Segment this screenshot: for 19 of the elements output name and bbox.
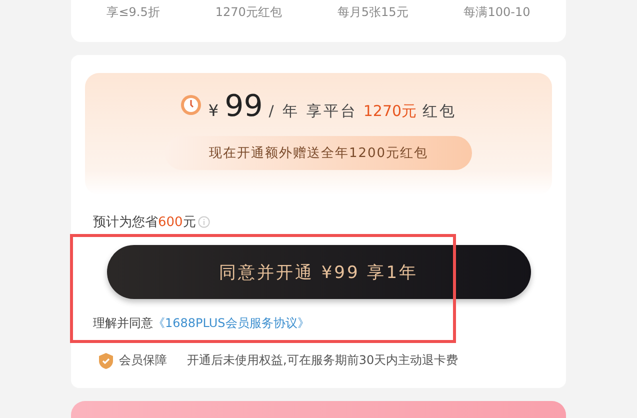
savings-amount: 600 <box>158 214 183 230</box>
price-period: / 年 享平台 <box>268 102 358 121</box>
benefit-label: 每满100-10 <box>464 4 530 21</box>
guarantee-text: 开通后未使用权益,可在服务期前30天内主动退卡费 <box>187 352 458 369</box>
clock-icon <box>180 94 202 116</box>
benefit-label: 每月5张15元 <box>337 4 408 21</box>
savings-unit: 元 <box>182 214 196 231</box>
currency-symbol: ¥ <box>208 101 219 120</box>
price: 99 <box>224 89 263 124</box>
shield-check-icon <box>99 352 113 368</box>
savings-label: 预计为您省 <box>93 214 158 231</box>
info-icon[interactable] <box>198 216 210 228</box>
subscribe-button[interactable]: 同意并开通 ¥99 享1年 <box>106 245 530 299</box>
guarantee-title: 会员保障 <box>119 352 167 369</box>
bonus-label: 红包 <box>422 102 457 121</box>
agreement-label: 理解并同意 <box>93 315 153 332</box>
benefit-label: 享≤9.5折 <box>106 4 160 21</box>
bonus-amount: 1270元 <box>363 102 417 121</box>
benefit-label: 1270元红包 <box>215 4 282 21</box>
